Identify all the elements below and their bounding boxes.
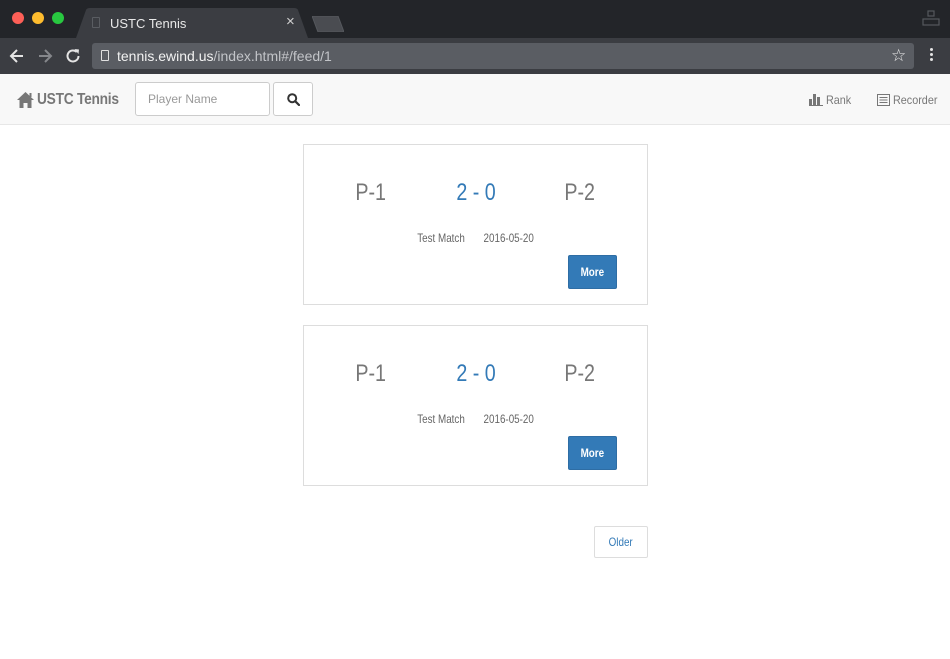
player-one-name[interactable]: P-1 <box>341 179 401 207</box>
match-score: 2 - 0 <box>436 179 516 207</box>
match-meta: Test Match 2016-05-20 <box>304 412 647 426</box>
browser-menu-icon[interactable] <box>929 46 935 66</box>
page-icon <box>92 17 100 28</box>
bookmark-star-icon[interactable]: ☆ <box>891 45 906 67</box>
brand-text: USTC Tennis <box>37 91 119 108</box>
player-search-input[interactable] <box>135 82 270 116</box>
match-meta: Test Match 2016-05-20 <box>304 231 647 245</box>
address-bar[interactable]: tennis.ewind.us/index.html#/feed/1 ☆ <box>92 43 914 69</box>
home-icon <box>17 92 34 108</box>
new-tab-button[interactable] <box>312 16 344 32</box>
tab-close-icon[interactable]: × <box>286 13 295 31</box>
bar-chart-icon <box>809 94 823 106</box>
player-two-name[interactable]: P-2 <box>550 360 610 388</box>
player-one-name[interactable]: P-1 <box>341 360 401 388</box>
url-path: /index.html#/feed/1 <box>213 48 332 64</box>
player-two-name[interactable]: P-2 <box>550 179 610 207</box>
nav-recorder-label: Recorder <box>893 93 938 107</box>
match-title: Test Match <box>417 231 465 245</box>
older-page-button[interactable]: Older <box>594 526 648 558</box>
zoom-window-button[interactable] <box>52 12 64 24</box>
match-title: Test Match <box>417 412 465 426</box>
player-two-text: P-2 <box>564 360 596 387</box>
match-date: 2016-05-20 <box>483 412 534 426</box>
back-arrow-icon[interactable] <box>7 46 27 66</box>
reload-icon[interactable] <box>63 46 83 66</box>
more-button-label: More <box>580 446 605 460</box>
search-button[interactable] <box>273 82 313 116</box>
match-card: P-1 2 - 0 P-2 Test Match 2016-05-20 More <box>303 325 648 486</box>
profile-icon[interactable] <box>922 10 940 26</box>
player-one-text: P-1 <box>355 179 387 206</box>
more-button-label: More <box>580 265 605 279</box>
nav-rank-link[interactable]: Rank <box>809 91 854 109</box>
site-navbar: USTC Tennis Rank Re <box>0 74 950 125</box>
page-content: USTC Tennis Rank Re <box>0 74 950 659</box>
page-info-icon[interactable] <box>101 50 109 61</box>
nav-recorder-link[interactable]: Recorder <box>877 91 942 109</box>
browser-toolbar: tennis.ewind.us/index.html#/feed/1 ☆ <box>0 38 950 74</box>
minimize-window-button[interactable] <box>32 12 44 24</box>
browser-titlebar: USTC Tennis × <box>0 0 950 38</box>
address-url[interactable]: tennis.ewind.us/index.html#/feed/1 <box>117 48 332 64</box>
brand-link[interactable]: USTC Tennis <box>16 89 132 111</box>
url-host: tennis.ewind.us <box>117 48 214 64</box>
match-score-text: 2 - 0 <box>456 179 496 206</box>
player-two-text: P-2 <box>564 179 596 206</box>
close-window-button[interactable] <box>12 12 24 24</box>
match-date: 2016-05-20 <box>483 231 534 245</box>
match-card: P-1 2 - 0 P-2 Test Match 2016-05-20 More <box>303 144 648 305</box>
nav-rank-label: Rank <box>826 93 852 107</box>
browser-tab[interactable]: USTC Tennis × <box>76 8 308 38</box>
search-icon <box>287 93 300 106</box>
list-alt-icon <box>877 94 890 106</box>
older-button-label: Older <box>608 535 634 549</box>
tab-title: USTC Tennis <box>110 16 187 31</box>
more-button[interactable]: More <box>568 436 617 470</box>
more-button[interactable]: More <box>568 255 617 289</box>
match-score: 2 - 0 <box>436 360 516 388</box>
player-one-text: P-1 <box>355 360 387 387</box>
forward-arrow-icon[interactable] <box>35 46 55 66</box>
match-score-text: 2 - 0 <box>456 360 496 387</box>
